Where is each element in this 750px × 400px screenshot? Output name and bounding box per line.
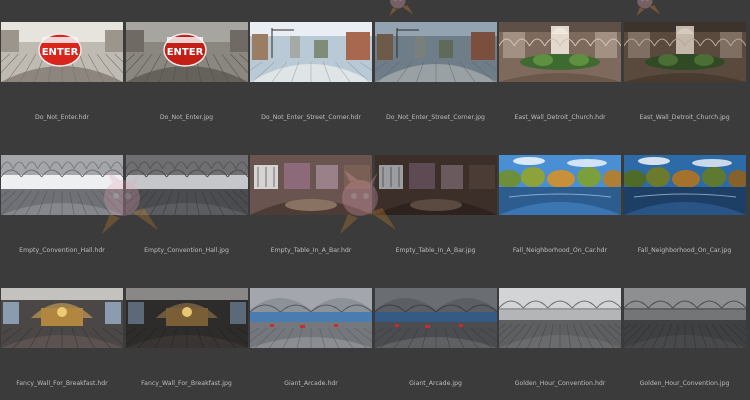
asset-filename: Empty_Table_In_A_Bar.jpg — [395, 247, 476, 254]
asset-filename: Empty_Table_In_A_Bar.hdr — [270, 247, 352, 254]
asset-filename: Fall_Neighborhood_On_Car.jpg — [637, 247, 732, 254]
panorama-preview — [499, 288, 621, 348]
asset-tile[interactable]: Fancy_Wall_For_Breakfast.jpg — [125, 286, 249, 400]
panorama-preview — [374, 22, 497, 82]
panorama-preview — [250, 155, 372, 215]
asset-thumbnail[interactable] — [250, 288, 372, 348]
panorama-preview — [125, 288, 248, 348]
asset-thumbnail[interactable] — [374, 288, 497, 348]
panorama-preview — [1, 288, 123, 348]
panorama-preview — [125, 155, 248, 215]
asset-tile[interactable]: Empty_Table_In_A_Bar.hdr — [249, 153, 373, 279]
asset-filename: Do_Not_Enter.hdr — [35, 114, 89, 121]
asset-tile[interactable]: Golden_Hour_Convention.hdr — [498, 286, 622, 400]
asset-tile[interactable]: Giant_Arcade.hdr — [249, 286, 373, 400]
asset-thumbnail[interactable]: ENTER — [1, 22, 123, 82]
mascot-watermark-icon — [385, 0, 415, 18]
panorama-preview — [623, 22, 746, 82]
asset-tile[interactable]: Fall_Neighborhood_On_Car.jpg — [623, 153, 747, 279]
asset-thumbnail[interactable] — [250, 155, 372, 215]
panorama-preview — [1, 155, 123, 215]
asset-filename: Golden_Hour_Convention.hdr — [514, 380, 606, 387]
mascot-watermark-icon — [632, 0, 662, 18]
asset-filename: Fall_Neighborhood_On_Car.hdr — [512, 247, 608, 254]
asset-filename: Golden_Hour_Convention.jpg — [639, 380, 730, 387]
asset-filename: Giant_Arcade.hdr — [284, 380, 338, 387]
panorama-preview: ENTER — [125, 22, 248, 82]
asset-thumbnail[interactable] — [125, 155, 248, 215]
asset-tile[interactable]: Fancy_Wall_For_Breakfast.hdr — [0, 286, 124, 400]
asset-filename: Giant_Arcade.jpg — [409, 380, 462, 387]
panorama-preview: ENTER — [1, 22, 123, 82]
asset-thumbnail[interactable] — [125, 288, 248, 348]
panorama-preview — [374, 288, 497, 348]
asset-filename: Empty_Convention_Hall.hdr — [19, 247, 105, 254]
asset-filename: Do_Not_Enter_Street_Corner.jpg — [386, 114, 485, 121]
panorama-preview — [623, 155, 746, 215]
asset-thumbnail[interactable] — [623, 22, 746, 82]
asset-thumbnail[interactable] — [499, 22, 621, 82]
asset-tile[interactable]: Empty_Convention_Hall.jpg — [125, 153, 249, 279]
asset-tile[interactable]: ENTER Do_Not_Enter.jpg — [125, 20, 249, 146]
asset-filename: Fancy_Wall_For_Breakfast.hdr — [16, 380, 108, 387]
panorama-preview — [374, 155, 497, 215]
asset-thumbnail[interactable] — [499, 155, 621, 215]
panorama-preview — [623, 288, 746, 348]
asset-tile[interactable]: Fall_Neighborhood_On_Car.hdr — [498, 153, 622, 279]
asset-filename: East_Wall_Detroit_Church.hdr — [514, 114, 606, 121]
asset-tile[interactable]: East_Wall_Detroit_Church.jpg — [623, 20, 747, 146]
asset-tile[interactable]: Empty_Convention_Hall.hdr — [0, 153, 124, 279]
asset-tile[interactable]: Do_Not_Enter_Street_Corner.hdr — [249, 20, 373, 146]
panorama-preview — [499, 155, 621, 215]
asset-filename: Empty_Convention_Hall.jpg — [144, 247, 229, 254]
asset-filename: East_Wall_Detroit_Church.jpg — [639, 114, 730, 121]
panorama-preview — [250, 22, 372, 82]
asset-thumbnail[interactable]: ENTER — [125, 22, 248, 82]
asset-filename: Do_Not_Enter_Street_Corner.hdr — [261, 114, 361, 121]
asset-thumbnail[interactable] — [1, 288, 123, 348]
asset-thumbnail[interactable] — [374, 22, 497, 82]
asset-browser: ENTER Do_Not_Enter.hdr ENTER Do_Not_Enter.… — [0, 0, 750, 400]
asset-thumbnail[interactable] — [499, 288, 621, 348]
asset-tile[interactable]: Empty_Table_In_A_Bar.jpg — [374, 153, 498, 279]
asset-tile[interactable]: East_Wall_Detroit_Church.hdr — [498, 20, 622, 146]
asset-thumbnail[interactable] — [623, 155, 746, 215]
asset-filename: Fancy_Wall_For_Breakfast.jpg — [141, 380, 232, 387]
asset-tile[interactable]: Do_Not_Enter_Street_Corner.jpg — [374, 20, 498, 146]
panorama-preview — [499, 22, 621, 82]
panorama-preview — [250, 288, 372, 348]
asset-tile[interactable]: Golden_Hour_Convention.jpg — [623, 286, 747, 400]
asset-filename: Do_Not_Enter.jpg — [159, 114, 214, 121]
asset-thumbnail[interactable] — [623, 288, 746, 348]
asset-tile[interactable]: Giant_Arcade.jpg — [374, 286, 498, 400]
svg-text:ENTER: ENTER — [166, 47, 203, 58]
asset-thumbnail[interactable] — [250, 22, 372, 82]
asset-thumbnail[interactable] — [374, 155, 497, 215]
svg-text:ENTER: ENTER — [42, 47, 79, 58]
asset-tile[interactable]: ENTER Do_Not_Enter.hdr — [0, 20, 124, 146]
asset-thumbnail[interactable] — [1, 155, 123, 215]
